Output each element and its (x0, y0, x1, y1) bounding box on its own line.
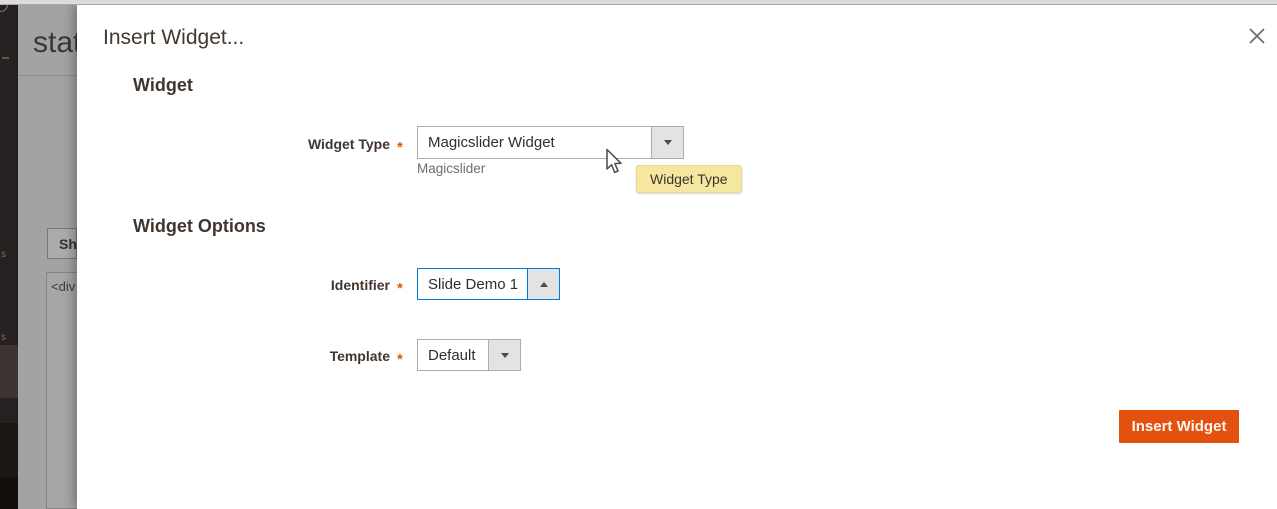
modal-title: Insert Widget... (103, 26, 244, 50)
page-title-partial: stat (33, 26, 81, 60)
widget-type-hint: Magicslider (417, 161, 485, 176)
template-value: Default (428, 340, 487, 370)
widget-section-heading: Widget (133, 75, 193, 96)
page-header-divider (18, 75, 77, 76)
sidebar-active-item[interactable] (0, 345, 18, 398)
chevron-down-icon (664, 140, 672, 145)
widget-options-section-heading: Widget Options (133, 216, 266, 237)
chevron-up-icon (540, 282, 548, 287)
content-textarea-partial[interactable]: <div (46, 272, 77, 509)
widget-type-dropdown-button[interactable] (651, 127, 683, 158)
identifier-value: Slide Demo 1 (428, 269, 526, 299)
identifier-select[interactable]: Slide Demo 1 (417, 268, 560, 300)
window-top-strip (0, 0, 1277, 5)
chevron-down-icon (501, 353, 509, 358)
sidebar-icon-fragment: s (1, 333, 6, 343)
widget-type-tooltip: Widget Type (636, 165, 742, 193)
template-label: Template (103, 348, 390, 364)
sidebar-icon-fragment (2, 57, 9, 59)
identifier-dropdown-button[interactable] (527, 269, 559, 299)
widget-type-select[interactable]: Magicslider Widget (417, 126, 684, 159)
tooltip-text: Widget Type (650, 171, 728, 187)
dimmed-background-page: stat Sh <div (18, 5, 77, 509)
template-select[interactable]: Default (417, 339, 521, 371)
mouse-cursor-icon (605, 148, 625, 181)
widget-type-label: Widget Type (103, 136, 390, 152)
close-icon[interactable] (1245, 25, 1269, 49)
widget-type-required-mark: * (397, 139, 403, 156)
screen: s s stat Sh <div Insert Widget... Widget… (0, 0, 1277, 509)
admin-sidebar: s s (0, 5, 18, 509)
template-required-mark: * (397, 351, 403, 368)
show-hide-editor-button-partial[interactable]: Sh (47, 228, 77, 259)
identifier-required-mark: * (397, 280, 403, 297)
sidebar-icon-fragment: s (1, 250, 6, 260)
sidebar-bottom-section (0, 477, 18, 509)
insert-widget-button[interactable]: Insert Widget (1119, 410, 1239, 443)
textarea-text: <div (51, 279, 75, 294)
template-dropdown-button[interactable] (488, 340, 520, 370)
insert-widget-modal: Insert Widget... Widget Widget Type * Ma… (77, 5, 1277, 509)
identifier-label: Identifier (103, 277, 390, 293)
